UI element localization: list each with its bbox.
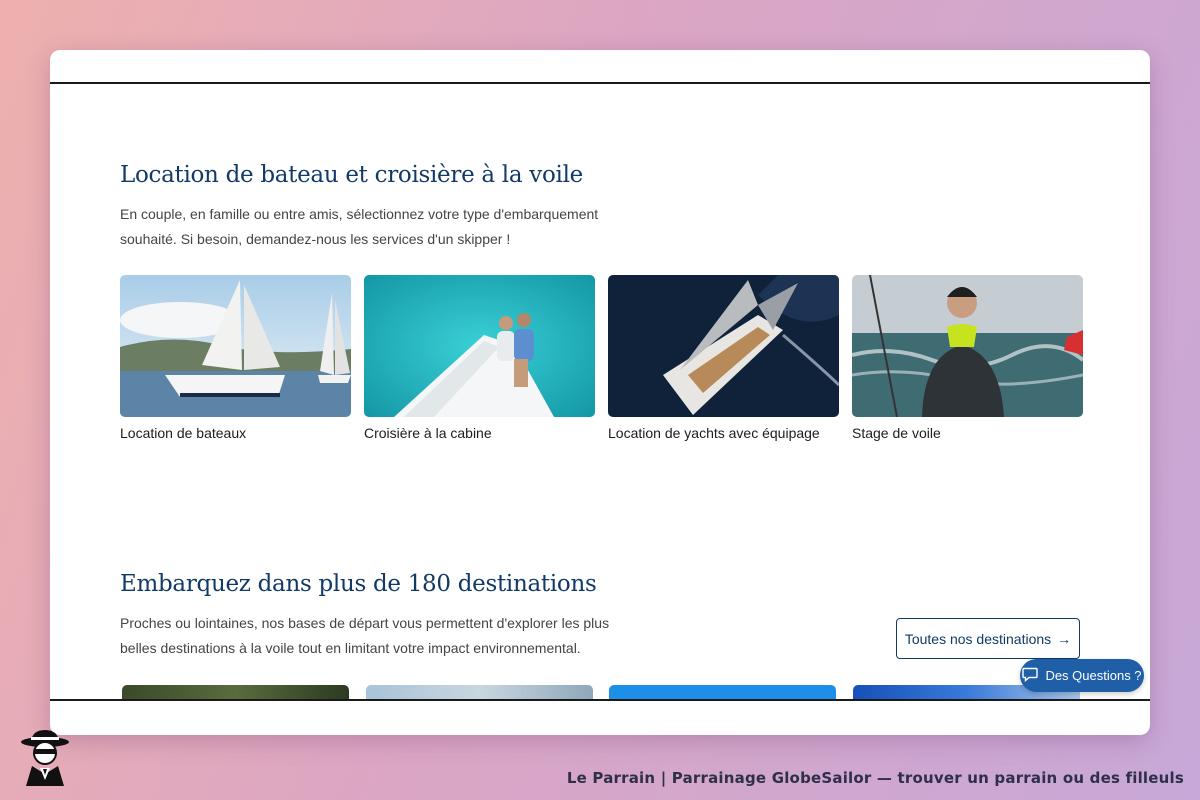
- tile-location-bateaux[interactable]: Location de bateaux: [120, 275, 351, 441]
- sailing-course-image: [852, 275, 1083, 417]
- all-destinations-button[interactable]: Toutes nos destinations →: [896, 618, 1080, 659]
- top-divider: [50, 82, 1150, 84]
- godfather-logo: [18, 728, 72, 790]
- tile-croisiere-cabine[interactable]: Croisière à la cabine: [364, 275, 595, 441]
- destination-thumb[interactable]: [609, 685, 836, 699]
- destination-thumb[interactable]: [366, 685, 593, 699]
- section-title-destinations: Embarquez dans plus de 180 destinations: [120, 571, 597, 597]
- sailboats-image: [120, 275, 351, 417]
- section-subtitle-boats: En couple, en famille ou entre amis, sél…: [120, 206, 599, 247]
- section-subtitle-destinations: Proches ou lointaines, nos bases de dépa…: [120, 615, 610, 656]
- footer-caption: Le Parrain | Parrainage GlobeSailor — tr…: [566, 769, 1184, 787]
- cabin-cruise-image: [364, 275, 595, 417]
- questions-chat-button[interactable]: Des Questions ?: [1020, 659, 1144, 692]
- content-card: Location de bateau et croisière à la voi…: [50, 50, 1150, 735]
- tile-label: Location de bateaux: [120, 425, 247, 441]
- destination-thumb[interactable]: [122, 685, 349, 699]
- tile-yachts-equipage[interactable]: Location de yachts avec équipage: [608, 275, 839, 441]
- tile-label: Croisière à la cabine: [364, 425, 492, 441]
- tile-stage-voile[interactable]: Stage de voile: [852, 275, 1083, 441]
- tile-label: Stage de voile: [852, 425, 941, 441]
- tile-label: Location de yachts avec équipage: [608, 425, 820, 441]
- bottom-divider: [50, 699, 1150, 701]
- chat-bubble-icon: [1022, 667, 1039, 685]
- section-title-boats: Location de bateau et croisière à la voi…: [120, 162, 583, 188]
- arrow-right-icon: →: [1057, 630, 1072, 647]
- crewed-yacht-image: [608, 275, 839, 417]
